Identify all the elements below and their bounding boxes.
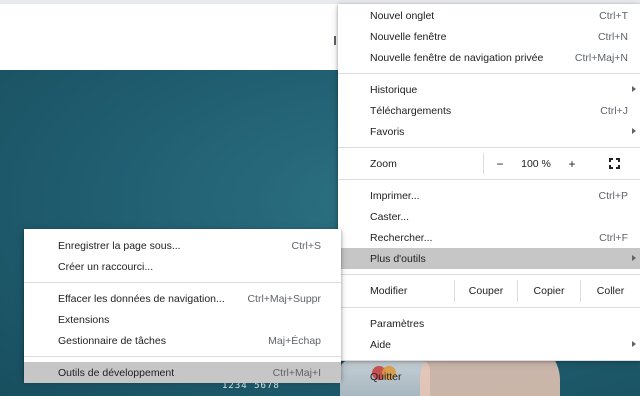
- menu-item-print[interactable]: Imprimer... Ctrl+P: [338, 185, 640, 206]
- fullscreen-icon[interactable]: [609, 158, 620, 169]
- menu-item-shortcut: Ctrl+Maj+N: [574, 51, 628, 64]
- menu-item-label: Outils de développement: [58, 366, 175, 379]
- zoom-controls: − 100 % +: [483, 153, 640, 174]
- menu-item-label: Aide: [370, 338, 392, 351]
- menu-item-label: Plus d'outils: [370, 252, 426, 265]
- menu-item-shortcut: Ctrl+Maj+Suppr: [247, 292, 321, 305]
- menu-separator: [338, 274, 640, 275]
- more-tools-submenu: Enregistrer la page sous... Ctrl+S Créer…: [24, 229, 341, 383]
- submenu-item-developer-tools[interactable]: Outils de développement Ctrl+Maj+I: [24, 362, 341, 383]
- menu-item-label: Paramètres: [370, 317, 425, 330]
- submenu-arrow-icon: [632, 341, 636, 347]
- menu-separator: [338, 307, 640, 308]
- menu-item-label: Enregistrer la page sous...: [58, 239, 181, 252]
- submenu-item-task-manager[interactable]: Gestionnaire de tâches Maj+Échap: [24, 330, 341, 351]
- menu-item-shortcut: Maj+Échap: [268, 334, 321, 347]
- paste-button[interactable]: Coller: [580, 280, 640, 302]
- zoom-in-button[interactable]: +: [556, 157, 588, 171]
- menu-item-help[interactable]: Aide: [338, 334, 640, 355]
- menu-item-shortcut: Ctrl+Maj+I: [272, 366, 321, 379]
- menu-item-label: Gestionnaire de tâches: [58, 334, 166, 347]
- menu-item-settings[interactable]: Paramètres: [338, 313, 640, 334]
- menu-item-new-incognito-window[interactable]: Nouvelle fenêtre de navigation privée Ct…: [338, 47, 640, 68]
- menu-item-label: Rechercher...: [370, 231, 433, 244]
- menu-item-label: Créer un raccourci...: [58, 260, 154, 273]
- edit-row: Modifier Couper Copier Coller: [338, 280, 640, 302]
- copy-button[interactable]: Copier: [517, 280, 580, 302]
- submenu-arrow-icon: [632, 86, 636, 92]
- menu-item-bookmarks[interactable]: Favoris: [338, 121, 640, 142]
- menu-item-label: Nouvelle fenêtre de navigation privée: [370, 51, 544, 64]
- menu-item-label: Quitter: [370, 370, 402, 383]
- menu-item-cast[interactable]: Caster...: [338, 206, 640, 227]
- menu-item-shortcut: Ctrl+S: [291, 239, 321, 252]
- menu-item-shortcut: Ctrl+J: [600, 104, 628, 117]
- menu-item-label: Caster...: [370, 210, 410, 223]
- menu-item-label: Nouvelle fenêtre: [370, 30, 447, 43]
- chrome-main-menu: Nouvel onglet Ctrl+T Nouvelle fenêtre Ct…: [338, 4, 640, 383]
- submenu-item-clear-browsing-data[interactable]: Effacer les données de navigation... Ctr…: [24, 288, 341, 309]
- menu-item-label: Favoris: [370, 125, 405, 138]
- menu-item-shortcut: Ctrl+N: [597, 30, 628, 43]
- submenu-arrow-icon: [632, 128, 636, 134]
- menu-separator: [338, 179, 640, 180]
- menu-item-label: Imprimer...: [370, 189, 420, 202]
- menu-item-find[interactable]: Rechercher... Ctrl+F: [338, 227, 640, 248]
- menu-item-label: Effacer les données de navigation...: [58, 292, 225, 305]
- menu-item-label: Historique: [370, 83, 418, 96]
- cut-button[interactable]: Couper: [454, 280, 517, 302]
- menu-separator: [338, 73, 640, 74]
- menu-separator: [338, 360, 640, 361]
- menu-item-downloads[interactable]: Téléchargements Ctrl+J: [338, 100, 640, 121]
- zoom-out-button[interactable]: −: [484, 157, 516, 171]
- submenu-arrow-icon: [632, 255, 636, 261]
- menu-item-new-window[interactable]: Nouvelle fenêtre Ctrl+N: [338, 26, 640, 47]
- menu-separator: [24, 282, 341, 283]
- menu-separator: [338, 147, 640, 148]
- zoom-row: Zoom − 100 % +: [338, 153, 640, 174]
- menu-item-label: Extensions: [58, 313, 110, 326]
- menu-item-label: Téléchargements: [370, 104, 452, 117]
- menu-item-new-tab[interactable]: Nouvel onglet Ctrl+T: [338, 5, 640, 26]
- zoom-level-value: 100 %: [521, 157, 551, 170]
- menu-item-more-tools[interactable]: Plus d'outils: [338, 248, 640, 269]
- menu-separator: [24, 356, 341, 357]
- submenu-item-create-shortcut[interactable]: Créer un raccourci...: [24, 256, 341, 277]
- menu-item-shortcut: Ctrl+T: [599, 9, 628, 22]
- menu-item-quit[interactable]: Quitter: [338, 366, 640, 387]
- menu-item-label: Nouvel onglet: [370, 9, 435, 22]
- menu-item-history[interactable]: Historique: [338, 79, 640, 100]
- edit-buttons: Couper Copier Coller: [454, 280, 640, 302]
- menu-item-shortcut: Ctrl+F: [599, 231, 628, 244]
- menu-item-shortcut: Ctrl+P: [598, 189, 628, 202]
- submenu-item-extensions[interactable]: Extensions: [24, 309, 341, 330]
- submenu-item-save-page-as[interactable]: Enregistrer la page sous... Ctrl+S: [24, 235, 341, 256]
